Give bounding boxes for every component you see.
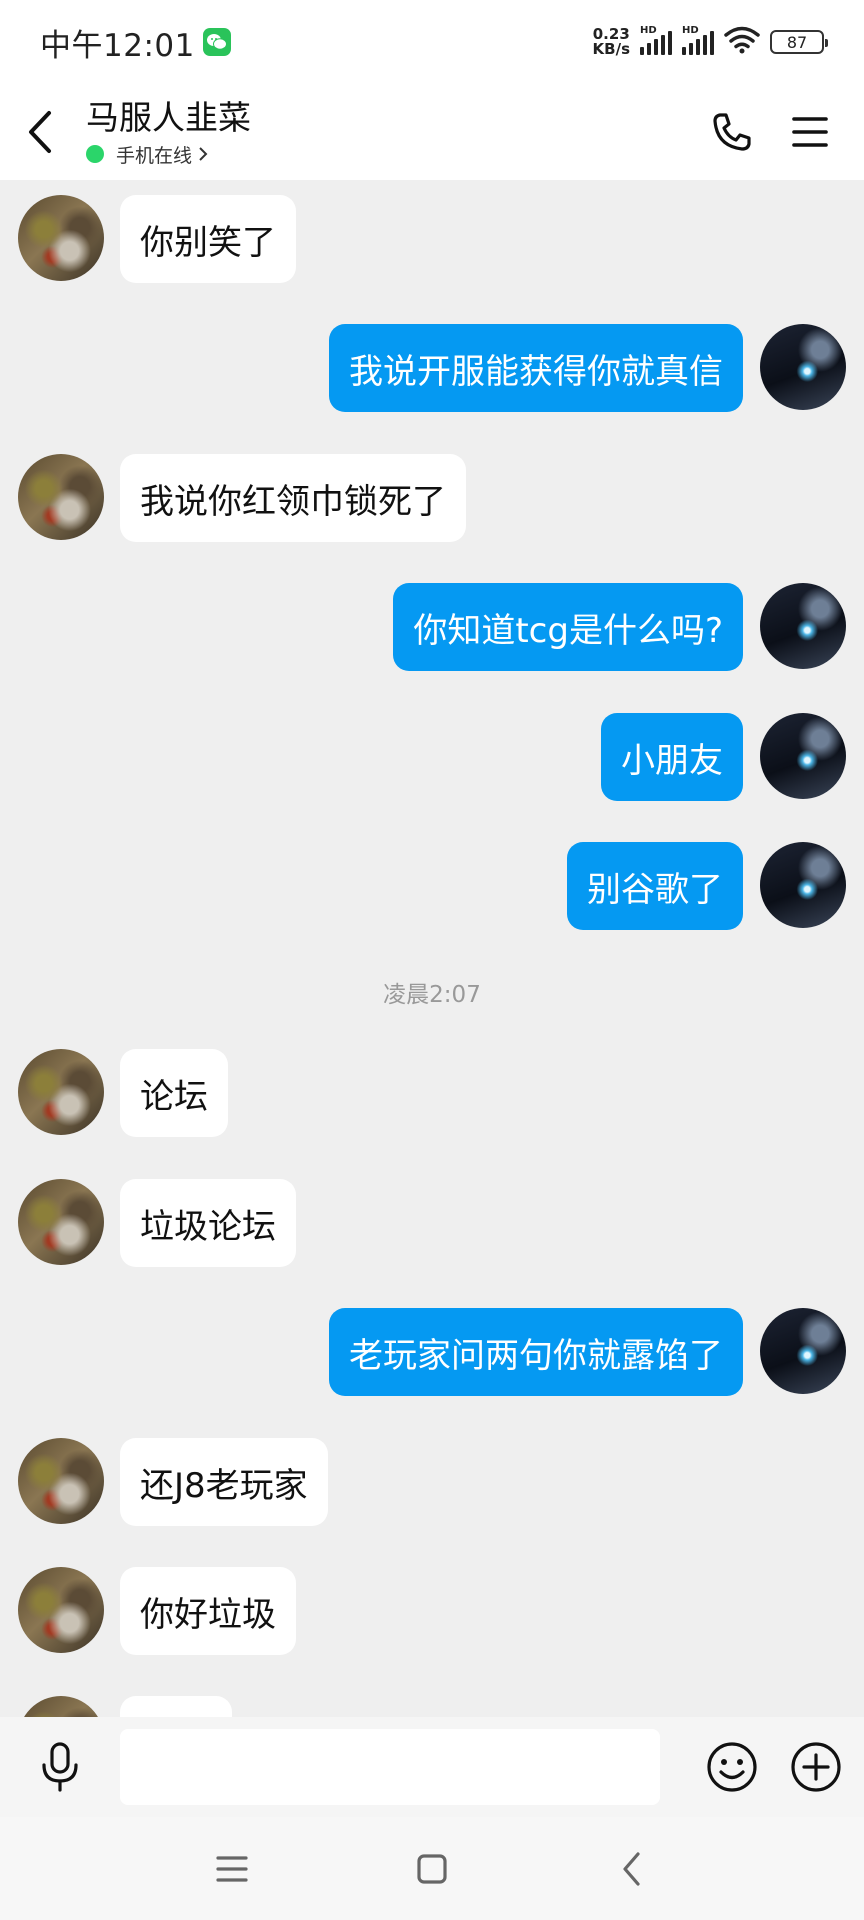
header-actions [708,108,834,156]
plus-icon [791,1742,841,1792]
contact-info[interactable]: 马服人韭菜 手机在线 [86,97,251,168]
nav-back-icon [623,1851,640,1886]
signal-icon-1: HD [640,25,672,55]
message-bubble[interactable]: 小朋友 [601,713,743,801]
chat-header: 马服人韭菜 手机在线 [0,84,864,180]
chat-message-list[interactable]: 你别笑了 我说开服能获得你就真信 我说你红领巾锁死了 你知道tcg是什么吗? 小… [0,180,864,1717]
chevron-right-icon [199,147,208,161]
network-speed-unit: KB/s [592,40,630,58]
message-bubble[interactable]: 我说你红领巾锁死了 [120,454,466,542]
status-indicators: 0.23 KB/s HD HD 87 [593,25,828,58]
message-bubble[interactable]: 我说开服能获得你就真信 [329,324,743,412]
friend-avatar[interactable] [18,195,104,281]
online-status[interactable]: 手机在线 [86,141,251,168]
hd-label: HD [682,25,699,36]
message-bubble[interactable]: 还J8老玩家 [120,1438,328,1526]
message-row: 你知道tcg是什么吗? [0,583,864,673]
hd-label: HD [640,25,657,36]
message-input-bar [0,1717,864,1817]
emoji-icon [707,1742,757,1792]
nav-menu-icon [216,1855,248,1882]
status-time: 中午12:01 [40,27,195,64]
message-bubble[interactable]: 老玩家问两句你就露馅了 [329,1308,743,1396]
message-row: 你别笑了 [0,195,864,285]
more-button[interactable] [788,1739,844,1795]
nav-back-button[interactable] [607,1844,657,1894]
system-navigation-bar [0,1817,864,1920]
call-button[interactable] [708,108,756,156]
voice-button[interactable] [0,1717,120,1817]
contact-name: 马服人韭菜 [86,97,251,137]
message-bubble[interactable]: 垃圾论坛 [120,1179,296,1267]
menu-button[interactable] [786,108,834,156]
menu-icon [792,117,828,147]
friend-avatar[interactable] [18,1049,104,1135]
friend-avatar[interactable] [18,454,104,540]
message-row-partial [0,1696,864,1717]
friend-avatar[interactable] [18,1696,104,1717]
message-bubble[interactable]: 你好垃圾 [120,1567,296,1655]
status-bar: 中午12:01 0.23 KB/s HD HD 87 [0,0,864,84]
online-dot-icon [86,145,104,163]
message-bubble[interactable]: 你知道tcg是什么吗? [393,583,743,671]
message-row: 我说开服能获得你就真信 [0,324,864,414]
battery-indicator: 87 [770,30,828,54]
emoji-button[interactable] [704,1739,760,1795]
nav-home-icon [417,1853,447,1884]
my-avatar[interactable] [760,842,846,928]
message-bubble[interactable] [120,1696,232,1717]
microphone-icon [42,1742,78,1792]
message-bubble[interactable]: 论坛 [120,1049,228,1137]
message-row: 老玩家问两句你就露馅了 [0,1308,864,1398]
message-row: 别谷歌了 [0,842,864,932]
chat-screen: 中午12:01 0.23 KB/s HD HD 87 马服人韭菜 手机在线 你别… [0,0,864,1920]
back-arrow-icon [29,111,51,153]
back-button[interactable] [0,84,80,180]
wifi-icon [724,26,760,58]
message-row: 我说你红领巾锁死了 [0,454,864,544]
my-avatar[interactable] [760,1308,846,1394]
online-status-text: 手机在线 [116,144,193,167]
message-timestamp: 凌晨2:07 [383,982,481,1008]
message-row: 你好垃圾 [0,1567,864,1657]
my-avatar[interactable] [760,324,846,410]
message-row: 还J8老玩家 [0,1438,864,1528]
wechat-notification-icon [202,28,231,56]
message-row: 垃圾论坛 [0,1179,864,1269]
message-bubble[interactable]: 你别笑了 [120,195,296,283]
message-row: 小朋友 [0,713,864,803]
friend-avatar[interactable] [18,1179,104,1265]
nav-menu-button[interactable] [207,1844,257,1894]
my-avatar[interactable] [760,713,846,799]
nav-home-button[interactable] [407,1844,457,1894]
phone-icon [713,113,751,151]
message-input[interactable] [120,1729,660,1805]
my-avatar[interactable] [760,583,846,669]
signal-icon-2: HD [682,25,714,55]
network-speed: 0.23 KB/s [593,27,630,57]
friend-avatar[interactable] [18,1438,104,1524]
message-row: 论坛 [0,1049,864,1139]
friend-avatar[interactable] [18,1567,104,1653]
message-bubble[interactable]: 别谷歌了 [567,842,743,930]
input-actions [704,1739,844,1795]
